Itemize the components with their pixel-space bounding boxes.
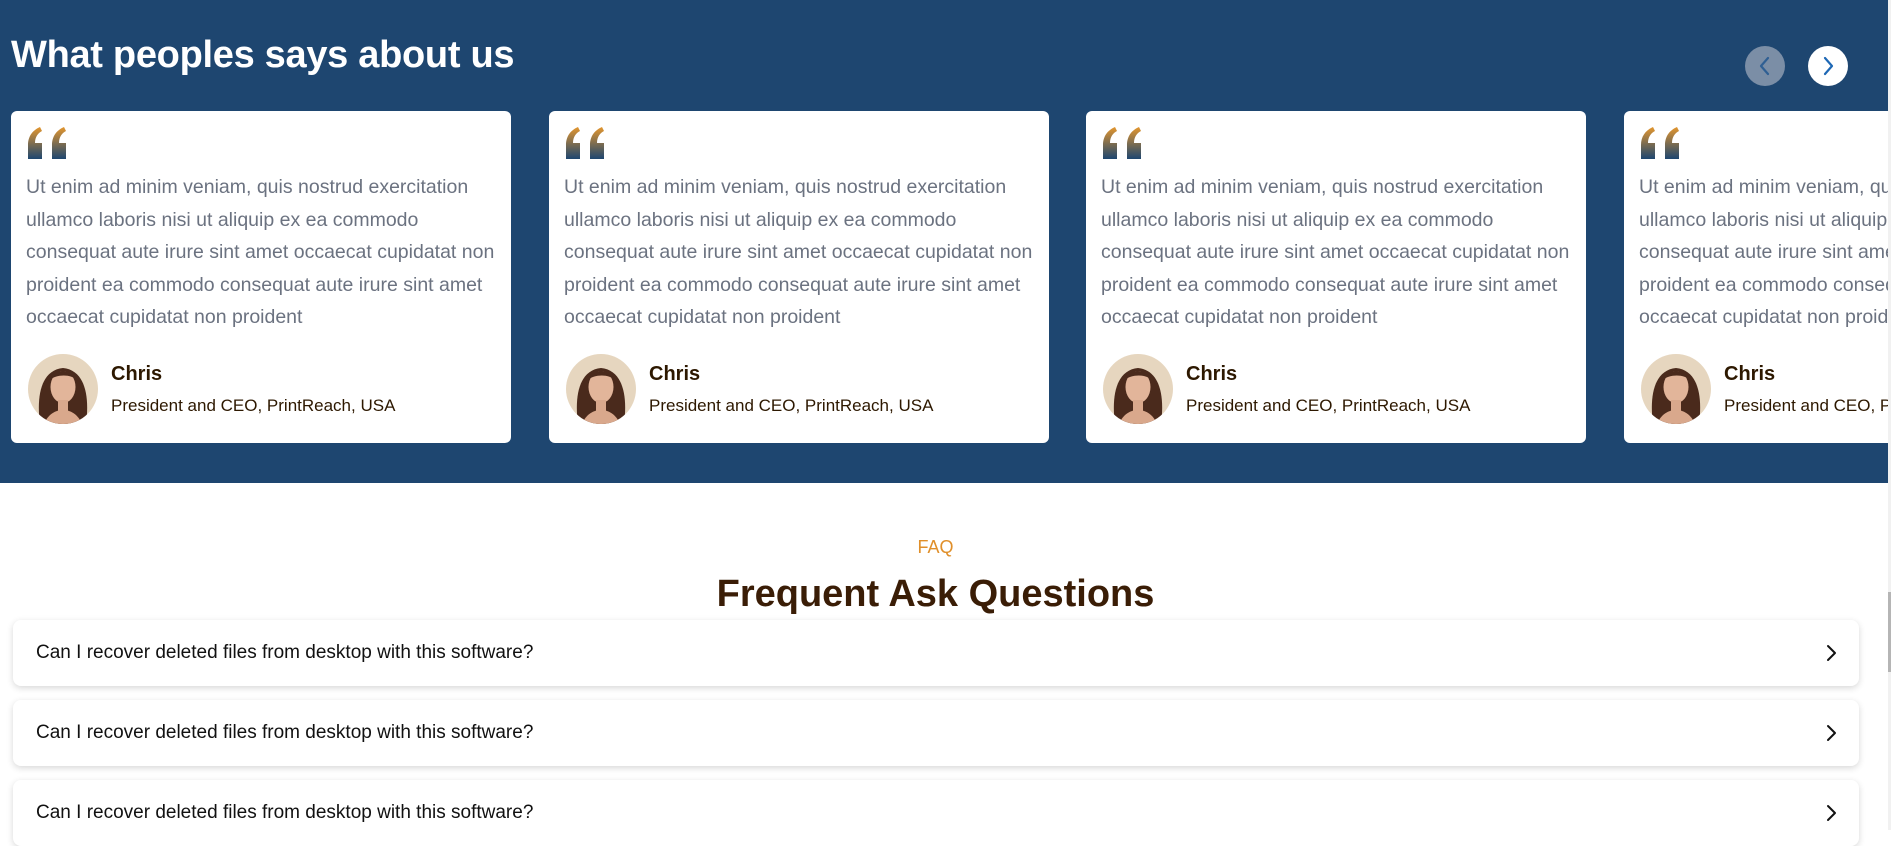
faq-item[interactable]: Can I recover deleted files from desktop… xyxy=(13,780,1859,846)
author-name: Chris xyxy=(111,363,163,385)
testimonial-card: Ut enim ad minim veniam, quis nostrud ex… xyxy=(1086,111,1586,443)
author-role: President and CEO, PrintReach, USA xyxy=(111,396,396,415)
quote-icon xyxy=(566,127,604,159)
faq-question: Can I recover deleted files from desktop… xyxy=(36,722,534,743)
carousel-prev-button[interactable] xyxy=(1745,46,1785,86)
faq-title: Frequent Ask Questions xyxy=(716,573,1155,615)
avatar xyxy=(1103,354,1173,424)
carousel-next-button[interactable] xyxy=(1808,46,1848,86)
chevron-right-icon xyxy=(1823,56,1834,76)
chevron-left-icon xyxy=(1759,56,1770,76)
testimonial-card: Ut enim ad minim veniam, quis nostrud ex… xyxy=(11,111,511,443)
chevron-right-icon xyxy=(1825,724,1837,742)
quote-icon xyxy=(1641,127,1679,159)
testimonial-text: Ut enim ad minim veniam, quis nostrud ex… xyxy=(26,176,495,328)
avatar xyxy=(566,354,636,424)
author-role: President and CEO, PrintReach, USA xyxy=(649,396,934,415)
testimonials-title: What peoples says about us xyxy=(11,34,515,76)
author-role: President and CEO, PrintReach, USA xyxy=(1186,396,1471,415)
author-name: Chris xyxy=(1186,363,1238,385)
chevron-right-icon xyxy=(1825,804,1837,822)
chevron-right-icon xyxy=(1825,644,1837,662)
faq-question: Can I recover deleted files from desktop… xyxy=(36,642,534,663)
quote-icon xyxy=(1103,127,1141,159)
faq-item[interactable]: Can I recover deleted files from desktop… xyxy=(13,620,1859,686)
faq-question: Can I recover deleted files from desktop… xyxy=(36,802,534,823)
testimonial-text: Ut enim ad minim veniam, quis nostrud ex… xyxy=(1101,176,1570,328)
quote-icon xyxy=(28,127,66,159)
author-name: Chris xyxy=(1724,363,1776,385)
faq-item[interactable]: Can I recover deleted files from desktop… xyxy=(13,700,1859,766)
author-name: Chris xyxy=(649,363,701,385)
faq-eyebrow: FAQ xyxy=(917,537,954,557)
testimonials-section: What peoples says about us Ut enim ad mi… xyxy=(0,0,1888,483)
avatar xyxy=(28,354,98,424)
author-role: President and CEO, PrintReach, USA xyxy=(1724,396,1888,415)
testimonial-card: Ut enim ad minim veniam, quis nostrud ex… xyxy=(549,111,1049,443)
testimonial-text: Ut enim ad minim veniam, quis nostrud ex… xyxy=(564,176,1033,328)
testimonial-card: Ut enim ad minim veniam, quis nostrud ex… xyxy=(1624,111,1888,443)
avatar xyxy=(1641,354,1711,424)
testimonial-text: Ut enim ad minim veniam, quis nostrud ex… xyxy=(1639,176,1888,328)
